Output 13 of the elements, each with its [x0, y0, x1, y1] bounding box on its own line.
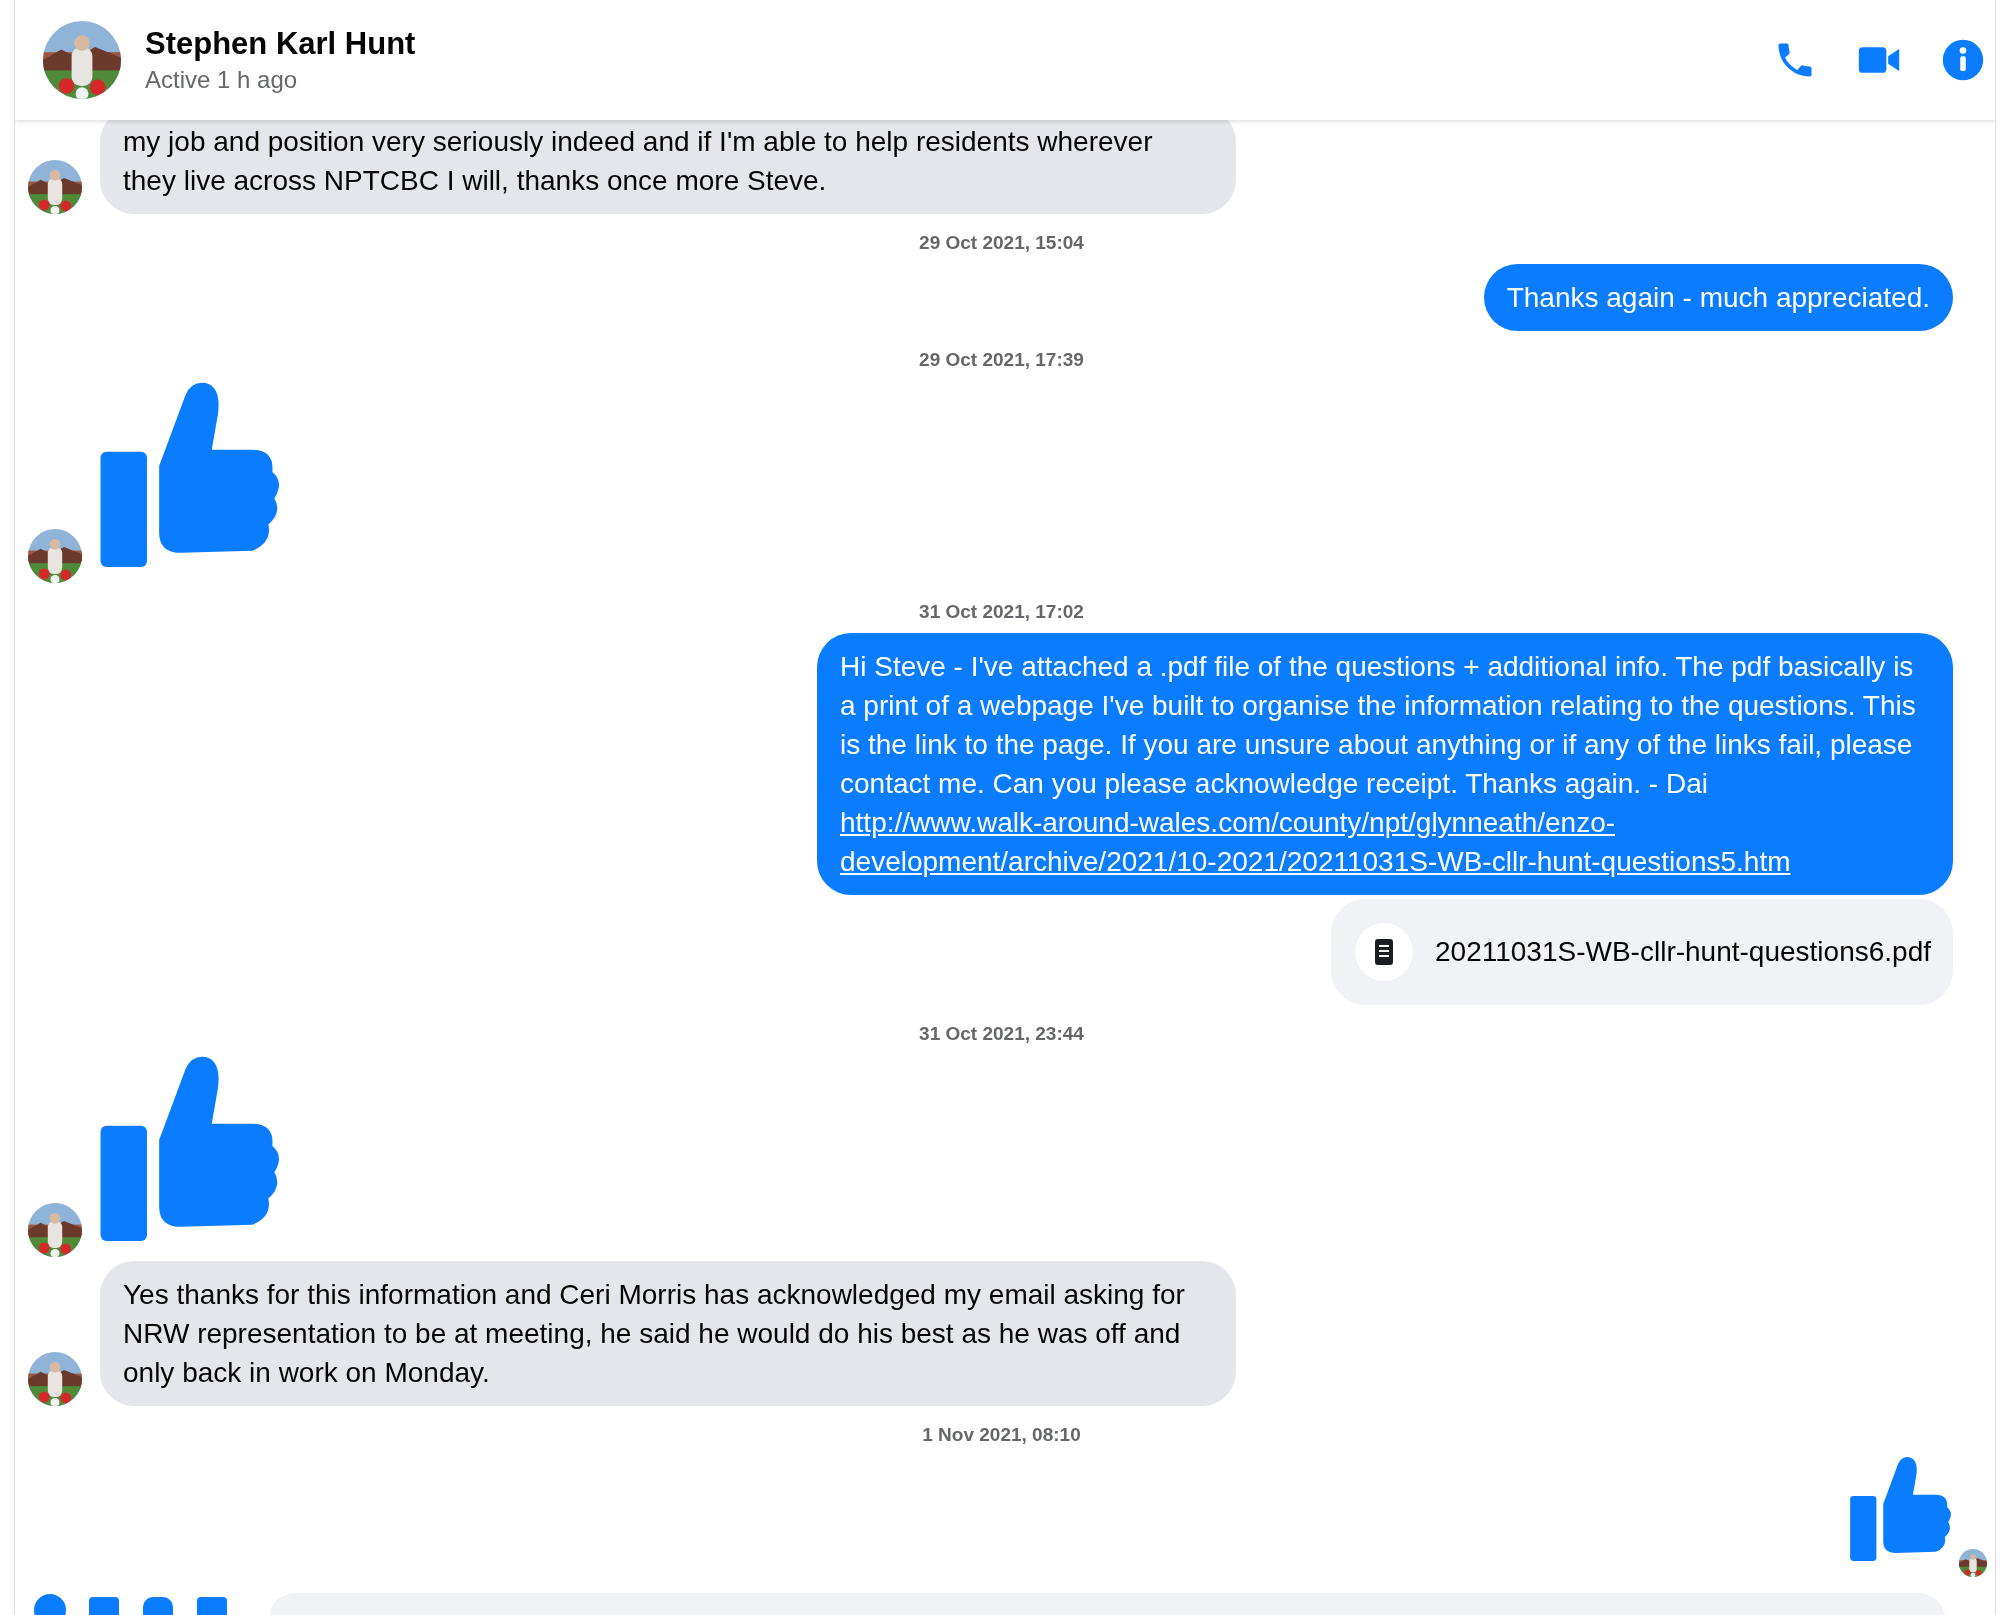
timestamp: 31 Oct 2021, 23:44	[918, 1022, 1085, 1046]
file-attachment[interactable]: 20211031S-WB-cllr-hunt-questions6.pdf	[1331, 899, 1953, 1005]
file-name: 20211031S-WB-cllr-hunt-questions6.pdf	[1435, 936, 1931, 968]
message-link[interactable]: http://www.walk-around-wales.com/county/npt/glynneath/enzo-development/archive/2021/10-2021/20211031S-WB-cllr-hunt-questions5.htm	[840, 803, 1930, 881]
timestamp: 31 Oct 2021, 17:02	[918, 600, 1085, 624]
active-status: Active 1 h ago	[145, 66, 299, 94]
contact-name: Stephen Karl Hunt	[145, 26, 417, 62]
timestamp: 1 Nov 2021, 08:10	[921, 1423, 1082, 1447]
message-text: Thanks again - much appreciated.	[1506, 281, 1930, 315]
message-text: my job and position very seriously indeed and if I'm able to help residents wherever they live across NPTCBC I will, thanks once more Steve.	[123, 125, 1154, 198]
message-text: Yes thanks for this information and Ceri Morris has acknowledged my email asking for NRW representation to be at meeting, he said he would do his best as he was off and only back in work on Monday.	[123, 1278, 1186, 1390]
timestamp: 29 Oct 2021, 17:39	[918, 348, 1085, 372]
timestamp: 29 Oct 2021, 15:04	[918, 231, 1085, 255]
